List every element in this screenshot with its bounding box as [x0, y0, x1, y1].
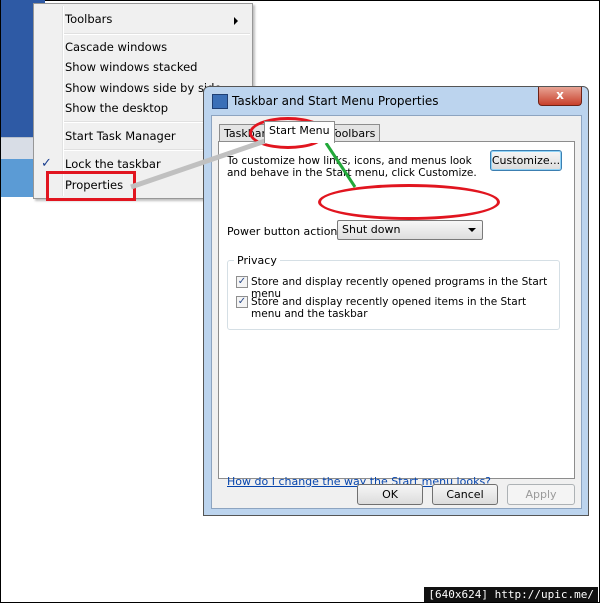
tab-start-menu[interactable]: Start Menu [264, 121, 335, 143]
annotation-connectors [130, 136, 357, 190]
green-connector-line [324, 142, 357, 188]
grey-connector-line [130, 136, 272, 190]
watermark: [640x624] http://upic.me/ [424, 587, 598, 602]
